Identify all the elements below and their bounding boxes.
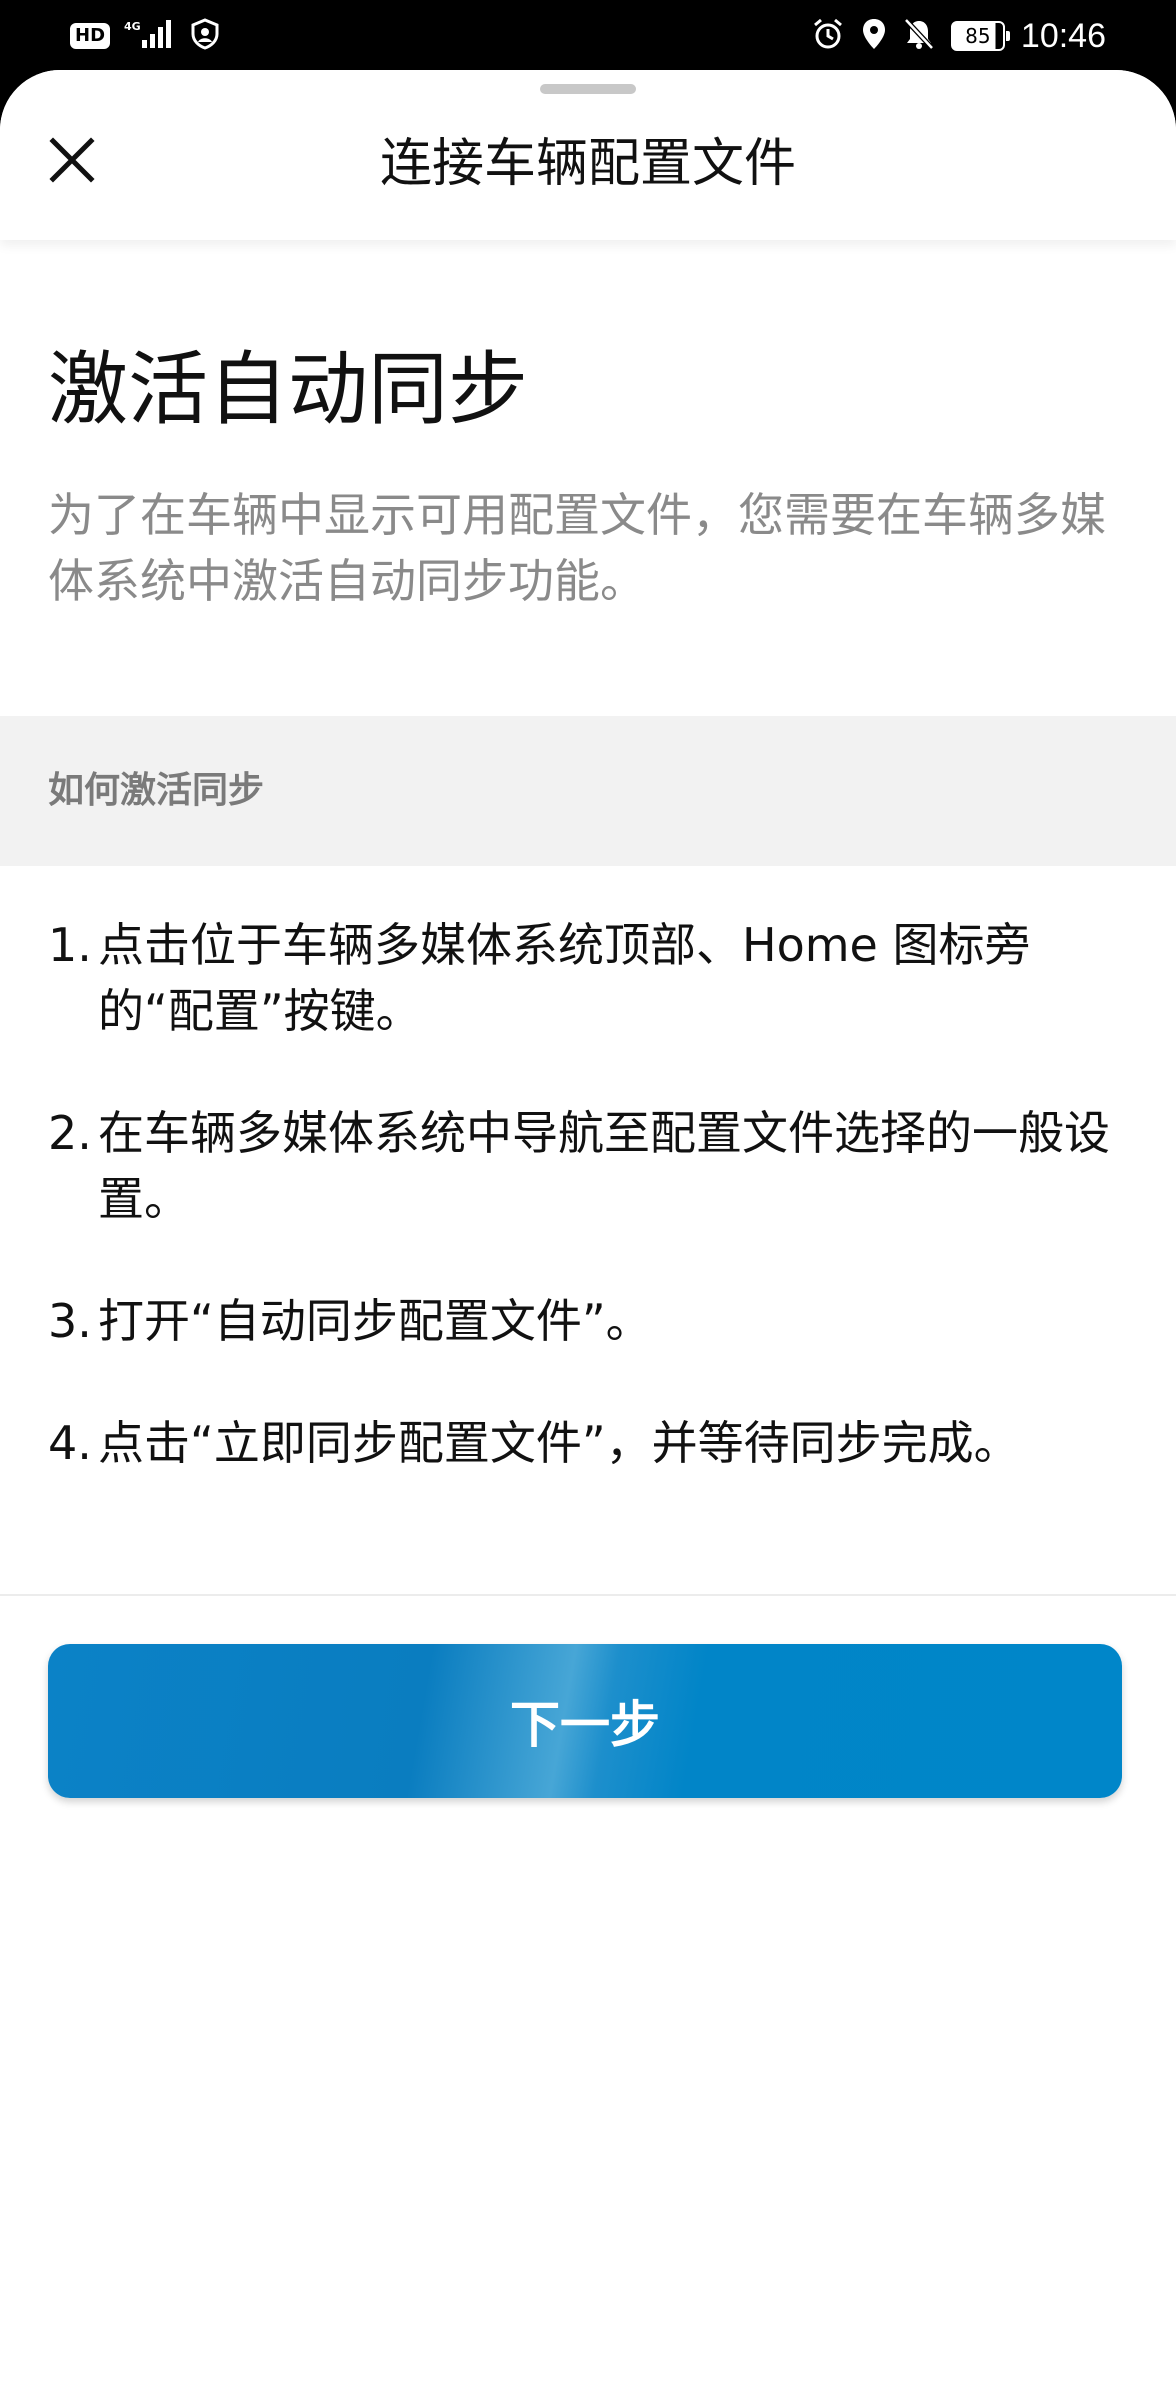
close-icon (49, 137, 95, 183)
status-left: HD 4G (70, 18, 220, 54)
step-number: 1. (48, 918, 92, 972)
status-right: 85 10:46 (811, 16, 1106, 56)
step-text: 点击“立即同步配置文件”，并等待同步完成。 (98, 1416, 1020, 1470)
step-item: 1. 点击位于车辆多媒体系统顶部、Home 图标旁的“配置”按键。 (48, 912, 1138, 1044)
step-number: 2. (48, 1106, 92, 1160)
step-text: 打开“自动同步配置文件”。 (98, 1294, 652, 1348)
status-bar: HD 4G 85 10:46 (0, 0, 1176, 72)
battery-icon: 85 (950, 21, 1010, 51)
section-header: 如何激活同步 (0, 716, 1176, 866)
bottom-sheet: 连接车辆配置文件 激活自动同步 为了在车辆中显示可用配置文件，您需要在车辆多媒体… (0, 70, 1176, 2400)
drag-handle[interactable] (540, 84, 636, 94)
vpn-shield-icon (190, 18, 220, 54)
screen: HD 4G 85 10:46 连接车辆配置文件 激活自动同步 为了在车辆中显示可… (0, 0, 1176, 2400)
location-icon (861, 17, 887, 55)
step-number: 3. (48, 1294, 92, 1348)
sheet-header: 连接车辆配置文件 (0, 70, 1176, 240)
page-description: 为了在车辆中显示可用配置文件，您需要在车辆多媒体系统中激活自动同步功能。 (48, 488, 1106, 608)
next-step-button[interactable]: 下一步 (48, 1644, 1122, 1798)
header-title: 连接车辆配置文件 (379, 134, 796, 194)
alarm-icon (811, 17, 845, 55)
mute-bell-icon (903, 17, 935, 55)
signal-icon: 4G (124, 18, 176, 54)
hd-badge: HD (70, 23, 111, 49)
footer-divider (0, 1594, 1176, 1596)
step-item: 2. 在车辆多媒体系统中导航至配置文件选择的一般设置。 (48, 1100, 1138, 1232)
svg-text:4G: 4G (124, 20, 141, 33)
close-button[interactable] (40, 128, 104, 192)
step-text: 点击位于车辆多媒体系统顶部、Home 图标旁的“配置”按键。 (98, 918, 1031, 1038)
clock: 10:46 (1020, 16, 1106, 55)
page-title: 激活自动同步 (48, 343, 528, 436)
step-number: 4. (48, 1416, 92, 1470)
step-text: 在车辆多媒体系统中导航至配置文件选择的一般设置。 (98, 1106, 1110, 1226)
step-item: 3. 打开“自动同步配置文件”。 (48, 1288, 1138, 1354)
step-item: 4. 点击“立即同步配置文件”，并等待同步完成。 (48, 1410, 1138, 1476)
section-label: 如何激活同步 (48, 770, 265, 811)
steps-list: 1. 点击位于车辆多媒体系统顶部、Home 图标旁的“配置”按键。 2. 在车辆… (48, 912, 1138, 1532)
